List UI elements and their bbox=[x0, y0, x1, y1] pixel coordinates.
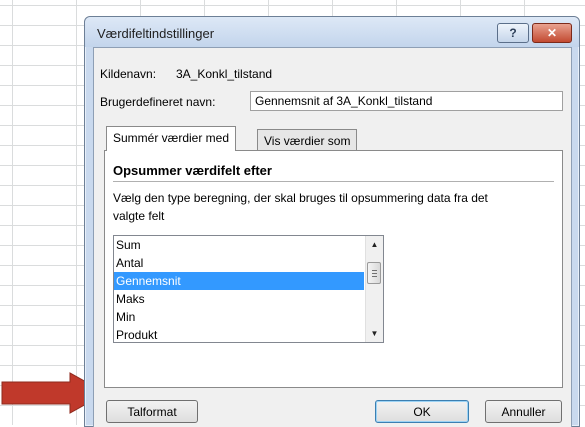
custom-name-label: Brugerdefineret navn: bbox=[100, 95, 216, 109]
source-name-label: Kildenavn: bbox=[100, 67, 157, 81]
custom-name-input[interactable]: Gennemsnit af 3A_Konkl_tilstand bbox=[250, 91, 563, 111]
list-item-selected[interactable]: Gennemsnit bbox=[114, 272, 364, 290]
scroll-up-icon[interactable]: ▲ bbox=[366, 236, 383, 253]
number-format-label: Talformat bbox=[127, 404, 177, 419]
tab-panel: Opsummer værdifelt efter Vælg den type b… bbox=[104, 150, 563, 388]
tab-show-values-as[interactable]: Vis værdier som bbox=[257, 129, 358, 151]
tab-label: Summér værdier med bbox=[113, 131, 230, 145]
cancel-button[interactable]: Annuller bbox=[485, 400, 562, 423]
tab-summarize-values[interactable]: Summér værdier med bbox=[106, 126, 237, 151]
summary-function-list[interactable]: Sum Antal Gennemsnit Maks Min Produkt ▲ … bbox=[113, 235, 384, 343]
help-icon: ? bbox=[509, 26, 517, 40]
number-format-button[interactable]: Talformat bbox=[106, 400, 198, 423]
dialog-title: Værdifeltindstillinger bbox=[97, 26, 215, 41]
ok-label: OK bbox=[413, 404, 431, 419]
dialog-titlebar: Værdifeltindstillinger ? ✕ bbox=[85, 17, 579, 47]
section-heading: Opsummer værdifelt efter bbox=[113, 163, 272, 178]
list-item[interactable]: Antal bbox=[114, 254, 364, 272]
close-icon: ✕ bbox=[546, 26, 558, 40]
tab-label: Vis værdier som bbox=[264, 134, 351, 148]
value-field-settings-dialog: Værdifeltindstillinger ? ✕ Kildenavn: 3A… bbox=[84, 16, 580, 427]
list-item[interactable]: Sum bbox=[114, 236, 364, 254]
list-item[interactable]: Min bbox=[114, 308, 364, 326]
dialog-client-area: Kildenavn: 3A_Konkl_tilstand Brugerdefin… bbox=[93, 47, 572, 427]
list-item[interactable]: Produkt bbox=[114, 326, 364, 342]
list-scrollbar[interactable]: ▲ ▼ bbox=[365, 236, 383, 342]
source-name-value: 3A_Konkl_tilstand bbox=[176, 67, 273, 81]
scroll-thumb[interactable] bbox=[367, 262, 381, 284]
help-button[interactable]: ? bbox=[497, 23, 529, 43]
section-description: Vælg den type beregning, der skal bruges… bbox=[113, 191, 488, 223]
close-button[interactable]: ✕ bbox=[532, 23, 572, 43]
section-divider bbox=[113, 181, 554, 182]
list-item[interactable]: Maks bbox=[114, 290, 364, 308]
cancel-label: Annuller bbox=[501, 404, 546, 419]
ok-button[interactable]: OK bbox=[375, 400, 469, 423]
scroll-down-icon[interactable]: ▼ bbox=[366, 325, 383, 342]
